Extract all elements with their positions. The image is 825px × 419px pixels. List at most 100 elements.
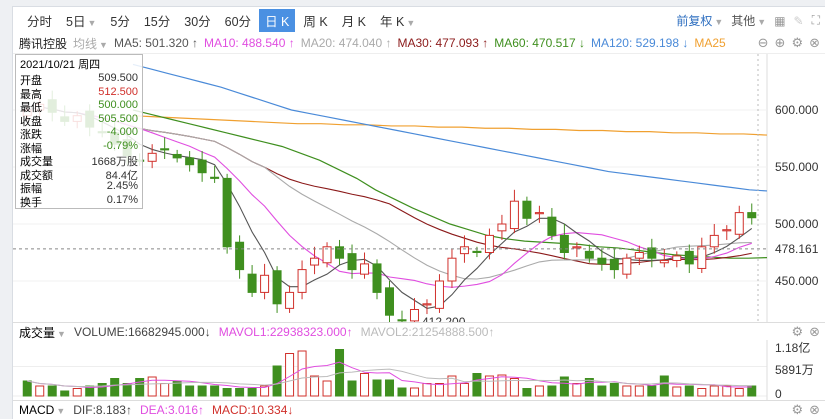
- other-label: 其他: [731, 14, 756, 28]
- zoom-out-icon[interactable]: ⊖: [758, 35, 769, 51]
- volume-bar: [397, 387, 407, 397]
- ma30-value: MA30: 477.093 ↑: [397, 36, 489, 50]
- volume-bar: [247, 388, 257, 397]
- ohlc-tooltip: 2021/10/21 周四 开盘 509.500 最高 512.500 最低 500.00…: [15, 54, 143, 209]
- volume-bar: [609, 383, 619, 397]
- tooltip-label: 振幅: [20, 183, 42, 195]
- period-tab[interactable]: 30分: [178, 9, 216, 32]
- chevron-down-icon: ▼: [757, 17, 767, 27]
- candle-body: [622, 257, 632, 275]
- ma250-value: MA25: [694, 36, 726, 50]
- volume-bar: [322, 380, 332, 397]
- gear-icon[interactable]: ⚙: [791, 324, 803, 340]
- period-tab[interactable]: 分时: [21, 9, 58, 32]
- period-tab[interactable]: 年 K ▼: [374, 9, 421, 32]
- candle-body: [672, 255, 682, 261]
- tooltip-row: 成交额 84.4亿: [20, 167, 138, 182]
- volume-bar: [235, 388, 245, 397]
- tooltip-row: 最低 500.000: [20, 99, 138, 114]
- gear-icon[interactable]: ⚙: [791, 402, 803, 418]
- fuquan-dropdown[interactable]: 前复权 ▼: [676, 12, 723, 29]
- volume-bar: [434, 383, 444, 397]
- gear-icon[interactable]: ⚙: [791, 35, 803, 51]
- candle-body: [310, 257, 320, 266]
- volume-bar: [597, 385, 607, 397]
- candle-body: [260, 274, 270, 293]
- volume-bar: [360, 373, 370, 397]
- volume-bar: [22, 380, 32, 397]
- ma120-value: MA120: 529.198 ↓: [590, 36, 689, 50]
- period-tab[interactable]: 15分: [138, 9, 176, 32]
- volume-bar: [422, 383, 432, 397]
- tooltip-value: 1668万股: [91, 156, 138, 168]
- volume-dropdown[interactable]: 成交量 ▼: [19, 324, 66, 341]
- volume-bar: [572, 383, 582, 397]
- price-tick: 600.000: [775, 103, 819, 117]
- period-tab[interactable]: 5日 ▼: [60, 9, 102, 32]
- zoom-in-icon[interactable]: ⊕: [775, 35, 786, 51]
- layout-icon[interactable]: ▦: [774, 14, 785, 28]
- tooltip-label: 成交量: [20, 156, 53, 168]
- volume-tick: 1.18亿: [775, 340, 810, 355]
- tooltip-row: 最高 512.500: [20, 86, 138, 101]
- period-tab[interactable]: 月 K: [336, 9, 372, 32]
- tooltip-value: 2.45%: [106, 180, 138, 192]
- candle-body: [584, 250, 594, 259]
- candle-body: [734, 212, 744, 235]
- candle-body: [459, 246, 469, 255]
- chevron-down-icon: ▼: [99, 39, 108, 50]
- volume-chart[interactable]: 1.18亿 5891万 0: [13, 340, 825, 400]
- ma-dropdown[interactable]: 均线 ▼: [73, 35, 108, 52]
- ma5-value: MA5: 501.320 ↑: [113, 36, 199, 50]
- ma-label: 均线: [73, 36, 98, 51]
- period-label: 5日: [66, 14, 86, 29]
- close-icon[interactable]: ⊗: [809, 402, 820, 418]
- volume-bar: [697, 388, 707, 397]
- candle-body: [285, 291, 295, 309]
- candle-body: [647, 247, 657, 259]
- fullscreen-icon[interactable]: ⛶: [812, 13, 820, 28]
- volume-bar: [534, 385, 544, 397]
- candle-body: [197, 159, 207, 174]
- close-icon[interactable]: ⊗: [809, 324, 820, 340]
- other-dropdown[interactable]: 其他 ▼: [731, 12, 766, 29]
- volume-bar: [185, 385, 195, 397]
- candle-body: [572, 246, 582, 249]
- fuquan-label: 前复权: [676, 14, 713, 28]
- draw-pen-icon[interactable]: ✎: [794, 14, 804, 28]
- tooltip-label: 最低: [20, 102, 42, 114]
- volume-bar: [160, 383, 170, 397]
- candle-body: [434, 280, 444, 309]
- volume-tick: 5891万: [775, 363, 814, 377]
- volume-bar: [672, 386, 682, 397]
- low-price-label: ←412.200: [410, 315, 466, 322]
- tooltip-label: 涨幅: [20, 142, 42, 155]
- candle-body: [522, 200, 532, 219]
- tooltip-label: 涨跌: [20, 129, 42, 141]
- candle-body: [472, 250, 482, 254]
- period-tab[interactable]: 周 K: [297, 9, 333, 32]
- tooltip-value: -0.79%: [103, 139, 138, 152]
- macd-dropdown[interactable]: MACD ▼: [19, 403, 65, 417]
- volume-bar: [385, 379, 394, 397]
- candle-body: [360, 263, 370, 275]
- tooltip-label: 换手: [20, 196, 42, 209]
- tooltip-label: 开盘: [20, 75, 42, 87]
- candle-body: [222, 177, 232, 248]
- volume-bar: [347, 380, 357, 397]
- period-toolbar: 分时 5日 ▼ 5分 15分 30分 60分 日 K 周 K 月 K 年 K ▼ 前…: [13, 7, 825, 33]
- price-tick: 450.000: [775, 274, 819, 288]
- volume-bar: [197, 385, 207, 397]
- tooltip-date: 2021/10/21 周四: [20, 59, 101, 71]
- mavol2-value: MAVOL2:21254888.500↑: [360, 325, 495, 339]
- volume-bar: [35, 385, 45, 397]
- price-tick: 500.000: [775, 217, 819, 231]
- ma250-line: [132, 115, 768, 136]
- period-tab-active[interactable]: 日 K: [259, 8, 296, 32]
- close-icon[interactable]: ⊗: [809, 35, 820, 51]
- volume-label: 成交量: [19, 325, 56, 340]
- period-tab[interactable]: 60分: [219, 9, 257, 32]
- volume-bar: [409, 387, 419, 397]
- candle-body: [385, 287, 394, 316]
- period-tab[interactable]: 5分: [104, 9, 135, 32]
